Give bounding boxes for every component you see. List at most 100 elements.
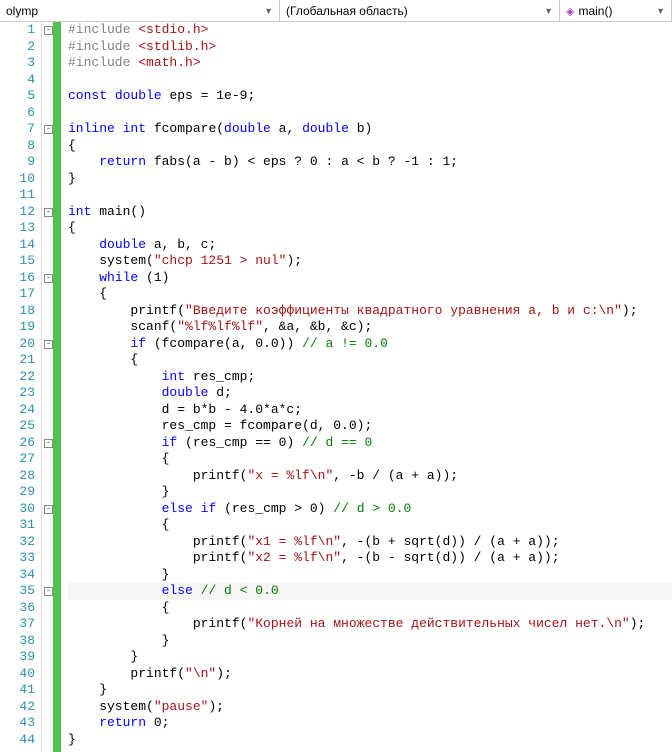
toolbar: olymp ▼ (Глобальная область) ▼ ◈main() ▼ [0,0,672,22]
code-line[interactable]: int res_cmp; [68,369,672,386]
code-line[interactable]: { [68,220,672,237]
fold-toggle[interactable]: - [44,26,53,35]
code-line[interactable]: { [68,352,672,369]
code-line[interactable]: } [68,649,672,666]
code-area[interactable]: #include <stdio.h>#include <stdlib.h>#in… [64,22,672,752]
code-line[interactable]: if (fcompare(a, 0.0)) // a != 0.0 [68,336,672,353]
fold-toggle[interactable]: - [44,274,53,283]
code-line[interactable]: return fabs(a - b) < eps ? 0 : a < b ? -… [68,154,672,171]
chevron-down-icon: ▼ [264,6,273,16]
change-bar [57,22,61,752]
code-line[interactable]: printf("x2 = %lf\n", -(b - sqrt(d)) / (a… [68,550,672,567]
line-number: 23 [0,385,35,402]
line-number: 7 [0,121,35,138]
code-line[interactable] [68,72,672,89]
project-combo[interactable]: olymp ▼ [0,0,280,21]
code-line[interactable]: printf("x1 = %lf\n", -(b + sqrt(d)) / (a… [68,534,672,551]
line-number: 9 [0,154,35,171]
line-number: 27 [0,451,35,468]
line-number: 11 [0,187,35,204]
code-line[interactable] [68,105,672,122]
code-line[interactable]: { [68,600,672,617]
code-line[interactable]: else if (res_cmp > 0) // d > 0.0 [68,501,672,518]
line-number: 10 [0,171,35,188]
line-number: 16 [0,270,35,287]
code-line[interactable]: printf("\n"); [68,666,672,683]
line-number: 28 [0,468,35,485]
line-number: 36 [0,600,35,617]
scope-label: (Глобальная область) [286,4,408,18]
fold-toggle[interactable]: - [44,505,53,514]
fold-toggle[interactable]: - [44,340,53,349]
code-line[interactable]: const double eps = 1e-9; [68,88,672,105]
line-number: 8 [0,138,35,155]
fold-toggle[interactable]: - [44,587,53,596]
code-line[interactable]: scanf("%lf%lf%lf", &a, &b, &c); [68,319,672,336]
code-line[interactable]: else // d < 0.0 [68,583,672,600]
line-number: 1 [0,22,35,39]
code-line[interactable]: { [68,451,672,468]
code-line[interactable]: { [68,517,672,534]
line-number: 3 [0,55,35,72]
line-number: 38 [0,633,35,650]
code-line[interactable]: } [68,682,672,699]
code-line[interactable]: printf("Введите коэффициенты квадратного… [68,303,672,320]
code-line[interactable]: #include <stdlib.h> [68,39,672,56]
line-number: 17 [0,286,35,303]
line-number: 22 [0,369,35,386]
editor: 1234567891011121314151617181920212223242… [0,22,672,752]
code-line[interactable]: { [68,138,672,155]
line-number: 15 [0,253,35,270]
line-number: 35 [0,583,35,600]
line-number: 39 [0,649,35,666]
code-line[interactable]: inline int fcompare(double a, double b) [68,121,672,138]
line-number: 14 [0,237,35,254]
chevron-down-icon: ▼ [656,6,665,16]
line-number: 43 [0,715,35,732]
line-number: 42 [0,699,35,716]
line-number: 29 [0,484,35,501]
code-line[interactable]: double d; [68,385,672,402]
project-label: olymp [6,4,38,18]
method-icon: ◈ [566,6,574,18]
function-combo[interactable]: ◈main() ▼ [560,0,672,21]
code-line[interactable]: d = b*b - 4.0*a*c; [68,402,672,419]
code-line[interactable]: if (res_cmp == 0) // d == 0 [68,435,672,452]
line-number: 6 [0,105,35,122]
code-line[interactable]: #include <stdio.h> [68,22,672,39]
code-line[interactable]: while (1) [68,270,672,287]
line-number: 31 [0,517,35,534]
code-line[interactable]: } [68,171,672,188]
code-line[interactable]: { [68,286,672,303]
code-line[interactable]: printf("x = %lf\n", -b / (a + a)); [68,468,672,485]
code-line[interactable]: printf("Корней на множестве действительн… [68,616,672,633]
fold-toggle[interactable]: - [44,439,53,448]
line-number: 40 [0,666,35,683]
line-number: 13 [0,220,35,237]
line-number: 34 [0,567,35,584]
fold-toggle[interactable]: - [44,125,53,134]
function-label: ◈main() [566,4,612,18]
code-line[interactable]: res_cmp = fcompare(d, 0.0); [68,418,672,435]
code-line[interactable]: } [68,732,672,749]
code-line[interactable]: system("chcp 1251 > nul"); [68,253,672,270]
code-line[interactable]: } [68,484,672,501]
fold-toggle[interactable]: - [44,208,53,217]
line-number: 24 [0,402,35,419]
code-line[interactable]: return 0; [68,715,672,732]
code-line[interactable]: #include <math.h> [68,55,672,72]
code-line[interactable]: double a, b, c; [68,237,672,254]
line-number: 25 [0,418,35,435]
code-line[interactable]: int main() [68,204,672,221]
line-number: 12 [0,204,35,221]
code-line[interactable] [68,187,672,204]
line-number: 30 [0,501,35,518]
line-number: 33 [0,550,35,567]
code-line[interactable]: } [68,633,672,650]
code-line[interactable]: } [68,567,672,584]
scope-combo[interactable]: (Глобальная область) ▼ [280,0,560,21]
line-number: 20 [0,336,35,353]
line-number: 41 [0,682,35,699]
line-number: 37 [0,616,35,633]
code-line[interactable]: system("pause"); [68,699,672,716]
